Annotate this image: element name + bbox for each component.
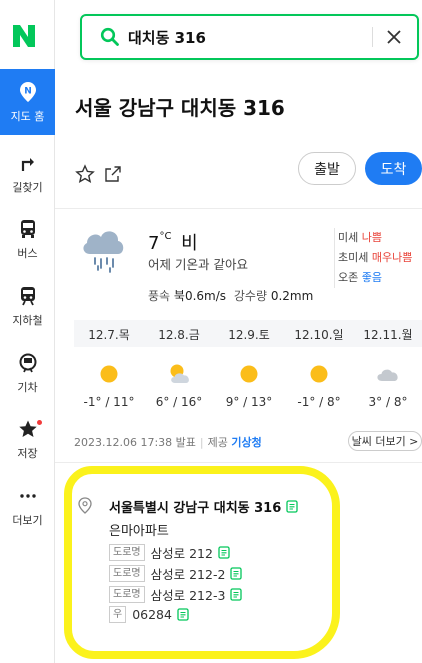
weather-provider[interactable]: 기상청 (231, 436, 261, 449)
naver-logo[interactable] (10, 22, 38, 50)
search-input[interactable]: 대치동 316 (128, 27, 206, 48)
rail-item-map-home[interactable]: N 지도 홈 (0, 69, 55, 135)
air-quality: 미세 나쁨 초미세 매우나쁨 오존 좋음 (334, 228, 412, 288)
rail-item-subway[interactable]: 지하철 (0, 273, 55, 339)
rail-label: 기차 (17, 380, 38, 394)
svg-text:N: N (24, 86, 32, 96)
rail-item-more[interactable]: 더보기 (0, 473, 55, 539)
train-icon (17, 352, 39, 374)
sun-icon (284, 362, 354, 388)
left-rail: N 지도 홈 길찾기 버스 지하철 기차 저장 더보기 (0, 0, 55, 663)
start-button[interactable]: 출발 (298, 152, 356, 185)
rail-label: 저장 (17, 446, 38, 460)
search-box[interactable]: 대치동 316 (80, 14, 419, 60)
weather-condition: 비 (181, 233, 198, 254)
rail-item-directions[interactable]: 길찾기 (0, 140, 55, 206)
forecast-temps: 9° / 13° (225, 395, 273, 409)
rail-label: 지도 홈 (10, 109, 45, 123)
weather-more-button[interactable]: 날씨 더보기 > (348, 431, 422, 451)
notification-dot (37, 420, 42, 425)
wind-value: 북0.6m/s (173, 289, 227, 303)
air-fine-dust: 미세 나쁨 (338, 231, 382, 244)
highlight-annotation (64, 466, 340, 659)
air-ultrafine-dust: 초미세 매우나쁨 (338, 251, 413, 264)
close-icon[interactable] (385, 28, 403, 46)
partly-cloudy-icon (144, 362, 214, 388)
bus-icon (17, 218, 39, 240)
cloud-icon (354, 362, 422, 388)
forecast-date: 12.10.일 (294, 328, 344, 342)
air-ozone: 오존 좋음 (338, 271, 382, 284)
rail-label: 버스 (17, 246, 38, 260)
forecast-date: 12.8.금 (158, 328, 200, 342)
rail-label: 더보기 (12, 513, 43, 527)
place-title: 서울 강남구 대치동 316 (75, 96, 285, 120)
more-dots-icon (17, 485, 39, 507)
rail-item-bus[interactable]: 버스 (0, 206, 55, 272)
forecast-temps: -1° / 8° (297, 395, 341, 409)
forecast-temps: -1° / 11° (83, 395, 135, 409)
rail-item-saved[interactable]: 저장 (0, 406, 55, 472)
sun-icon (214, 362, 284, 388)
subway-icon (17, 285, 39, 307)
rail-label: 지하철 (12, 313, 43, 327)
map-pin-icon: N (17, 81, 39, 103)
search-icon (100, 27, 119, 46)
forecast-date: 12.9.토 (228, 328, 270, 342)
issued-time: 2023.12.06 17:38 발표 (74, 436, 196, 449)
forecast-temps: 3° / 8° (368, 395, 408, 409)
divider (55, 208, 422, 209)
share-icon[interactable] (103, 164, 123, 184)
rain-value: 0.2mm (270, 289, 314, 303)
current-temperature: 7°C 비 (148, 231, 198, 254)
turn-arrow-icon (17, 152, 39, 174)
forecast-date: 12.7.목 (88, 328, 130, 342)
weather-meta: 2023.12.06 17:38 발표 | 제공 기상청 (74, 436, 262, 449)
forecast-temps: 6° / 16° (155, 395, 203, 409)
star-icon (17, 418, 39, 440)
wind-rain-info: 풍속 북0.6m/s 강수량 0.2mm (148, 289, 314, 303)
rail-label: 길찾기 (12, 180, 43, 194)
rain-cloud-icon (83, 231, 124, 273)
arrive-button[interactable]: 도착 (365, 152, 422, 185)
search-divider (372, 27, 373, 47)
temperature-compare: 어제 기온과 같아요 (148, 257, 248, 272)
divider (55, 462, 422, 463)
star-outline-icon[interactable] (75, 164, 95, 184)
sun-icon (74, 362, 144, 388)
rail-item-train[interactable]: 기차 (0, 340, 55, 406)
forecast-date: 12.11.월 (363, 328, 413, 342)
